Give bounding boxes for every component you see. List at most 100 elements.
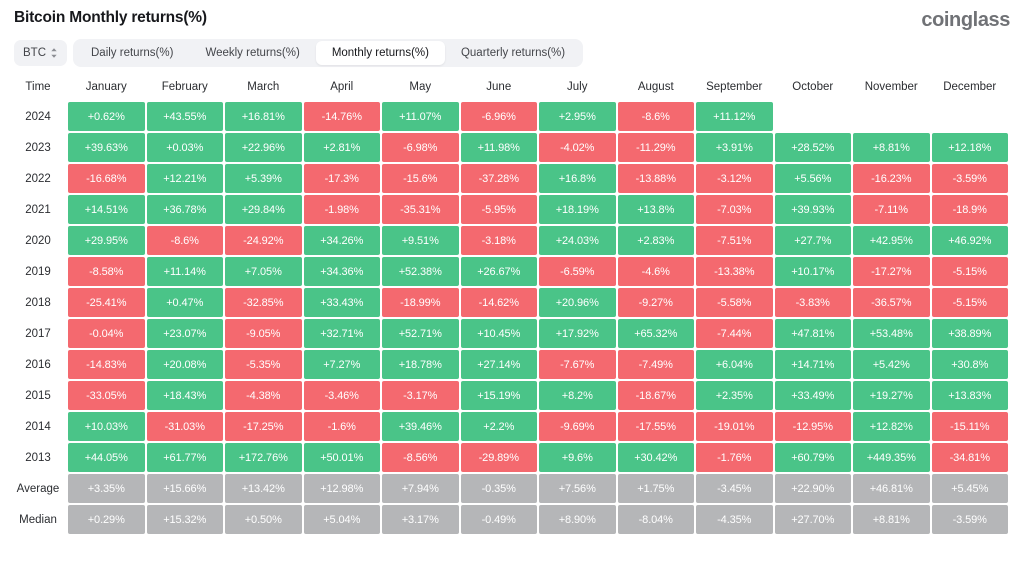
column-header-august: August (617, 76, 694, 100)
return-cell: +38.89% (931, 319, 1008, 348)
row-label-2014: 2014 (10, 412, 66, 441)
return-cell: +33.43% (303, 288, 380, 317)
tab-quarterly-returns[interactable]: Quarterly returns(%) (445, 41, 581, 65)
return-cell: -32.85% (225, 288, 302, 317)
table-body: 2024 +0.62% +43.55% +16.81% -14.76% +11.07% -6… (10, 102, 1008, 534)
table-row: 2022 -16.68% +12.21% +5.39% -17.3% -15.6% -37.… (10, 164, 1008, 193)
return-cell: +7.56% (539, 474, 616, 503)
tab-quarterly-returns-label: Quarterly returns(%) (460, 47, 566, 59)
table-head: Time January February March April May June Jul… (10, 76, 1008, 100)
return-cell: -18.99% (382, 288, 459, 317)
return-cell: +17.92% (539, 319, 616, 348)
table-row: 2020 +29.95% -8.6% -24.92% +34.26% +9.51% -3.1… (10, 226, 1008, 255)
return-cell: +22.96% (225, 133, 302, 162)
table-row: 2018 -25.41% +0.47% -32.85% +33.43% -18.99% -1… (10, 288, 1008, 317)
return-cell: +0.62% (68, 102, 145, 131)
return-cell: -18.67% (617, 381, 694, 410)
return-cell: -6.96% (460, 102, 537, 131)
table-row: 2017 -0.04% +23.07% -9.05% +32.71% +52.71% +10… (10, 319, 1008, 348)
return-cell: +30.8% (931, 350, 1008, 379)
return-cell: +12.18% (931, 133, 1008, 162)
return-cell: +7.27% (303, 350, 380, 379)
row-label-2013: 2013 (10, 443, 66, 472)
return-cell: +9.51% (382, 226, 459, 255)
tab-monthly-returns-label: Monthly returns(%) (331, 47, 429, 59)
return-cell: +20.08% (146, 350, 223, 379)
return-cell: +30.42% (617, 443, 694, 472)
return-cell: +11.12% (696, 102, 773, 131)
table-row: 2013 +44.05% +61.77% +172.76% +50.01% -8.56% -… (10, 443, 1008, 472)
return-cell: -29.89% (460, 443, 537, 472)
return-cell: +27.70% (774, 505, 851, 534)
return-cell: +52.71% (382, 319, 459, 348)
row-label-2017: 2017 (10, 319, 66, 348)
return-cell: +46.92% (931, 226, 1008, 255)
return-cell: -14.76% (303, 102, 380, 131)
tab-weekly-returns[interactable]: Weekly returns(%) (189, 41, 315, 65)
return-cell: +60.79% (774, 443, 851, 472)
column-header-march: March (225, 76, 302, 100)
return-cell: +42.95% (853, 226, 930, 255)
row-label-median: Median (10, 505, 66, 534)
return-cell: -3.83% (774, 288, 851, 317)
return-cell: +39.63% (68, 133, 145, 162)
column-header-february: February (146, 76, 223, 100)
return-cell: +2.35% (696, 381, 773, 410)
return-cell: -7.44% (696, 319, 773, 348)
return-cell: +0.50% (225, 505, 302, 534)
row-label-2021: 2021 (10, 195, 66, 224)
return-cell: -16.68% (68, 164, 145, 193)
row-label-average: Average (10, 474, 66, 503)
return-cell: -18.9% (931, 195, 1008, 224)
symbol-selector[interactable]: BTC (14, 40, 67, 66)
column-header-september: September (696, 76, 773, 100)
return-cell: +26.67% (460, 257, 537, 286)
return-cell (931, 102, 1008, 131)
return-cell: -14.83% (68, 350, 145, 379)
return-cell: -0.49% (460, 505, 537, 534)
tab-weekly-returns-label: Weekly returns(%) (205, 47, 300, 59)
return-cell: +6.04% (696, 350, 773, 379)
return-cell: -7.11% (853, 195, 930, 224)
monthly-returns-table: Time January February March April May June Jul… (8, 74, 1010, 536)
return-cell: +15.66% (146, 474, 223, 503)
return-cell: +5.39% (225, 164, 302, 193)
table-row: 2021 +14.51% +36.78% +29.84% -1.98% -35.31% -5… (10, 195, 1008, 224)
return-cell: -5.58% (696, 288, 773, 317)
returns-table-wrapper: Time January February March April May June Jul… (0, 70, 1024, 536)
return-cell: +0.29% (68, 505, 145, 534)
return-cell: -17.55% (617, 412, 694, 441)
return-cell: +43.55% (146, 102, 223, 131)
return-cell: +2.95% (539, 102, 616, 131)
return-cell: -8.56% (382, 443, 459, 472)
returns-heatmap-page: Bitcoin Monthly returns(%) coinglass BTC… (0, 0, 1024, 585)
return-cell: -5.95% (460, 195, 537, 224)
return-cell: -7.49% (617, 350, 694, 379)
table-row: 2019 -8.58% +11.14% +7.05% +34.36% +52.38% +26… (10, 257, 1008, 286)
return-cell: +7.05% (225, 257, 302, 286)
return-cell: +28.52% (774, 133, 851, 162)
tab-monthly-returns[interactable]: Monthly returns(%) (315, 41, 445, 65)
row-label-2022: 2022 (10, 164, 66, 193)
return-cell: +9.6% (539, 443, 616, 472)
return-cell: +29.84% (225, 195, 302, 224)
return-cell: +47.81% (774, 319, 851, 348)
tab-daily-returns[interactable]: Daily returns(%) (75, 41, 189, 65)
return-cell: +449.35% (853, 443, 930, 472)
return-cell: +11.07% (382, 102, 459, 131)
return-cell: -36.57% (853, 288, 930, 317)
return-cell: +10.03% (68, 412, 145, 441)
return-cell: +7.94% (382, 474, 459, 503)
row-label-2019: 2019 (10, 257, 66, 286)
return-cell: -8.58% (68, 257, 145, 286)
return-cell: +14.71% (774, 350, 851, 379)
return-cell: -1.6% (303, 412, 380, 441)
row-label-2015: 2015 (10, 381, 66, 410)
return-cell: +39.93% (774, 195, 851, 224)
return-cell: -11.29% (617, 133, 694, 162)
return-cell: -5.15% (931, 288, 1008, 317)
return-cell: +61.77% (146, 443, 223, 472)
column-header-october: October (774, 76, 851, 100)
return-cell: +2.2% (460, 412, 537, 441)
return-cell: -9.05% (225, 319, 302, 348)
